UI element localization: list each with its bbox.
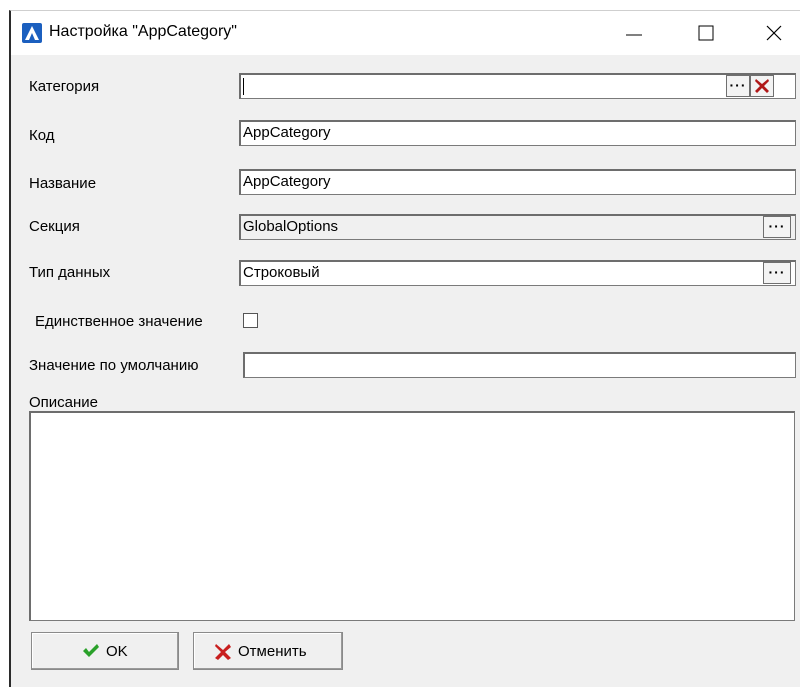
default-value-field[interactable]	[243, 352, 796, 378]
data-type-label: Тип данных	[29, 264, 111, 281]
section-label: Секция	[29, 218, 80, 235]
minimize-icon	[626, 34, 642, 36]
close-button[interactable]	[744, 11, 800, 55]
name-label: Название	[29, 175, 97, 192]
close-icon	[766, 25, 782, 41]
checkmark-icon	[83, 644, 99, 657]
settings-dialog: Настройка "AppCategory" Категория ··· Ко…	[9, 10, 800, 687]
description-textarea[interactable]	[29, 411, 795, 621]
maximize-button[interactable]	[676, 11, 736, 55]
cancel-button-label: Отменить	[238, 643, 307, 660]
clear-x-icon	[755, 79, 769, 93]
maximize-icon	[698, 25, 714, 41]
single-value-label: Единственное значение	[35, 313, 203, 330]
section-browse-button[interactable]: ···	[763, 216, 791, 238]
cancel-button[interactable]: Отменить	[193, 632, 343, 670]
ok-button[interactable]: OK	[31, 632, 179, 670]
app-logo-icon	[22, 23, 42, 43]
category-field[interactable]	[239, 73, 796, 99]
default-value-label: Значение по умолчанию	[29, 357, 199, 374]
ok-button-label: OK	[106, 643, 128, 660]
text-cursor	[243, 78, 244, 95]
category-clear-button[interactable]	[750, 75, 774, 97]
category-browse-button[interactable]: ···	[726, 75, 750, 97]
minimize-button[interactable]	[604, 11, 664, 55]
single-value-checkbox[interactable]	[243, 313, 258, 328]
description-label: Описание	[29, 394, 99, 411]
section-field[interactable]: GlobalOptions	[239, 214, 796, 240]
category-label: Категория	[29, 78, 100, 95]
code-field[interactable]: AppCategory	[239, 120, 796, 146]
cancel-x-icon	[215, 644, 231, 660]
data-type-browse-button[interactable]: ···	[763, 262, 791, 284]
title-bar[interactable]: Настройка "AppCategory"	[11, 11, 800, 55]
code-label: Код	[29, 127, 55, 144]
data-type-field[interactable]: Строковый	[239, 260, 796, 286]
name-field[interactable]: AppCategory	[239, 169, 796, 195]
window-title: Настройка "AppCategory"	[49, 23, 237, 40]
